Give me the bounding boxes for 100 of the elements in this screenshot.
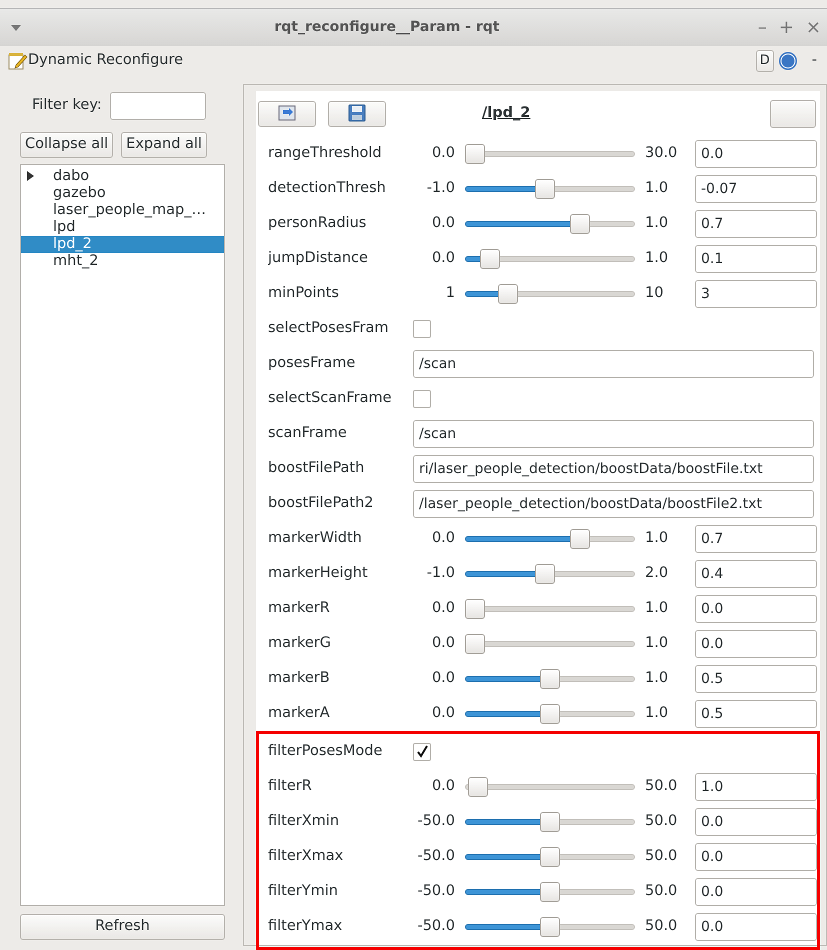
value-field[interactable]: 0.0	[695, 912, 817, 940]
value-field[interactable]: 0.5	[695, 664, 817, 692]
slider-thumb[interactable]	[465, 598, 485, 618]
checkbox[interactable]	[413, 390, 431, 408]
slider[interactable]	[465, 704, 635, 724]
blank-button[interactable]	[770, 100, 816, 128]
load-button[interactable]	[258, 101, 316, 127]
window-title: rqt_reconfigure__Param - rqt	[273, 18, 500, 37]
tree-item[interactable]: laser_people_map_…	[21, 202, 224, 219]
value-field[interactable]: 0.0	[695, 878, 817, 906]
param-label: personRadius	[268, 214, 368, 233]
param-label: markerG	[268, 634, 332, 653]
max-value: 1.0	[645, 634, 670, 653]
param-label: boostFilePath2	[268, 494, 375, 513]
tree-item[interactable]: gazebo	[21, 184, 224, 202]
slider-thumb[interactable]	[540, 846, 560, 866]
min-value: -50.0	[416, 812, 455, 831]
slider-thumb[interactable]	[480, 248, 500, 268]
slider[interactable]	[465, 284, 635, 304]
tree-item[interactable]: lpd_2	[21, 236, 224, 253]
help-icon[interactable]	[778, 51, 798, 71]
param-label: markerWidth	[268, 528, 363, 548]
slider-thumb[interactable]	[540, 668, 560, 688]
slider-thumb[interactable]	[540, 916, 560, 936]
slider-thumb[interactable]	[468, 776, 488, 796]
dock-button[interactable]: D	[756, 50, 774, 72]
value-field[interactable]: 0.1	[695, 244, 817, 272]
slider-thumb[interactable]	[540, 704, 560, 724]
min-value: 0.0	[430, 598, 455, 618]
min-value: -50.0	[416, 916, 455, 936]
tree-item[interactable]: mht_2	[21, 252, 224, 270]
max-value: 2.0	[645, 564, 670, 583]
slider-thumb[interactable]	[465, 634, 485, 654]
slider[interactable]	[465, 144, 635, 164]
param-label: markerHeight	[268, 564, 369, 583]
load-icon	[277, 104, 297, 122]
slider-thumb[interactable]	[540, 882, 560, 902]
slider[interactable]	[465, 178, 635, 198]
value-field[interactable]: 0.7	[695, 524, 817, 552]
text-field[interactable]: ri/laser_people_detection/boostData/boostFile.txt	[413, 454, 814, 482]
param-label: filterPosesMode	[268, 742, 384, 761]
save-button[interactable]	[328, 101, 386, 127]
value-field[interactable]: 0.4	[695, 560, 817, 588]
slider[interactable]	[465, 248, 635, 268]
slider[interactable]	[465, 846, 635, 866]
slider-thumb[interactable]	[540, 812, 560, 832]
text-field[interactable]: /laser_people_detection/boostData/boostFile2.txt	[413, 490, 814, 518]
slider[interactable]	[465, 564, 635, 584]
min-value: 0.0	[430, 634, 455, 653]
value-field[interactable]: -0.07	[695, 174, 817, 202]
slider[interactable]	[465, 776, 635, 796]
value-field[interactable]: 0.7	[695, 210, 817, 238]
expand-all-button[interactable]: Expand all	[121, 132, 207, 158]
filter-field[interactable]	[110, 92, 206, 120]
text-field[interactable]: /scan	[413, 350, 814, 378]
text-field[interactable]: /scan	[413, 420, 814, 448]
min-value: -1.0	[426, 178, 455, 198]
slider[interactable]	[465, 528, 635, 548]
tree-item[interactable]: dabo	[21, 168, 224, 185]
refresh-button[interactable]: Refresh	[20, 914, 225, 940]
max-value: 50.0	[645, 812, 678, 831]
value-field[interactable]: 3	[695, 280, 817, 308]
slider-thumb[interactable]	[570, 528, 590, 548]
slider[interactable]	[465, 598, 635, 618]
param-label: filterXmax	[268, 846, 344, 866]
slider-thumb[interactable]	[498, 284, 518, 304]
value-field[interactable]: 0.0	[695, 140, 817, 168]
tree-item[interactable]: lpd	[21, 218, 224, 236]
slider[interactable]	[465, 214, 635, 234]
param-label: jumpDistance	[268, 248, 369, 268]
collapse-all-button[interactable]: Collapse all	[20, 132, 114, 158]
param-label: boostFilePath	[268, 458, 366, 478]
slider[interactable]	[465, 634, 635, 654]
slider[interactable]	[465, 812, 635, 832]
plugin-title: Dynamic Reconfigure	[28, 51, 184, 70]
slider-thumb[interactable]	[465, 144, 485, 164]
value-field[interactable]: 0.0	[695, 594, 817, 622]
slider[interactable]	[465, 916, 635, 936]
min-value: 0.0	[430, 214, 455, 233]
slider-thumb[interactable]	[535, 564, 556, 584]
checkbox[interactable]	[413, 742, 431, 760]
slider-thumb[interactable]	[570, 214, 590, 234]
minimize-text[interactable]: -	[812, 50, 817, 72]
value-field[interactable]: 0.5	[695, 700, 817, 728]
expand-arrow-icon[interactable]	[27, 171, 35, 182]
max-value: 1.0	[645, 214, 670, 233]
max-value: 50.0	[645, 916, 678, 936]
slider-thumb[interactable]	[534, 178, 555, 198]
value-field[interactable]: 0.0	[695, 842, 817, 870]
slider[interactable]	[465, 668, 635, 688]
window-menu-icon[interactable]	[10, 24, 22, 32]
value-field[interactable]: 0.0	[695, 808, 817, 836]
node-title: /lpd_2	[482, 104, 530, 124]
param-label: posesFrame	[268, 354, 356, 373]
value-field[interactable]: 0.0	[695, 630, 817, 658]
slider[interactable]	[465, 882, 635, 902]
max-value: 30.0	[645, 144, 678, 163]
min-value: 0.0	[430, 248, 455, 268]
checkbox[interactable]	[413, 320, 431, 338]
value-field[interactable]: 1.0	[695, 772, 817, 800]
